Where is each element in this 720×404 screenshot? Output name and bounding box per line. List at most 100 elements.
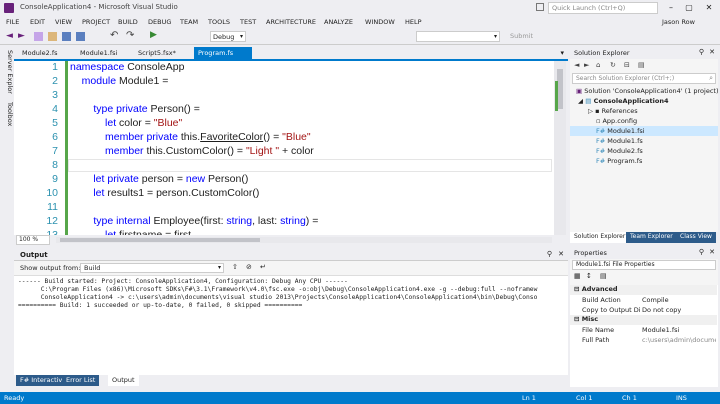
- tab-list-chevron-icon[interactable]: ▾: [560, 49, 564, 57]
- configuration-dropdown[interactable]: Debug ▾: [210, 31, 246, 42]
- open-icon[interactable]: [48, 32, 57, 41]
- tree-item-module2-fs[interactable]: F# Module2.fs: [596, 147, 643, 155]
- horizontal-scrollbar[interactable]: [56, 237, 552, 243]
- close-button[interactable]: ✕: [702, 3, 716, 13]
- property-pages-icon[interactable]: ▤: [600, 272, 607, 280]
- menu-analyze[interactable]: ANALYZE: [324, 18, 353, 26]
- quick-launch-placeholder: Quick Launch (Ctrl+Q): [552, 4, 626, 12]
- menu-project[interactable]: PROJECT: [82, 18, 110, 26]
- menu-file[interactable]: FILE: [6, 18, 19, 26]
- minimize-button[interactable]: –: [664, 3, 678, 13]
- property-section-header[interactable]: ⊟ Misc: [570, 315, 717, 325]
- menu-build[interactable]: BUILD: [118, 18, 138, 26]
- code-editor[interactable]: 1 namespace ConsoleApp 2 module Module1 =…: [14, 61, 566, 235]
- platform-dropdown[interactable]: ▾: [416, 31, 500, 42]
- keyword: type internal: [93, 215, 151, 227]
- tab-label: Error List: [66, 376, 96, 384]
- doc-tab-module1-fsi[interactable]: Module1.fsi: [76, 47, 121, 60]
- tab-output[interactable]: Output: [108, 375, 139, 386]
- back-icon[interactable]: ◄: [6, 31, 13, 41]
- tree-item-module1-fsi[interactable]: F# Module1.fsi: [596, 127, 645, 135]
- find-message-icon[interactable]: ⇧: [232, 263, 238, 271]
- new-project-icon[interactable]: [34, 32, 43, 41]
- tree-item-app-config[interactable]: ▫ App.config: [596, 117, 637, 125]
- properties-icon[interactable]: ▤: [638, 61, 645, 69]
- zoom-dropdown[interactable]: 100 %: [16, 235, 50, 245]
- tree-item-label: Module1.fsi: [607, 127, 645, 135]
- menu-tools[interactable]: TOOLS: [208, 18, 230, 26]
- solution-search-input[interactable]: Search Solution Explorer (Ctrl+;) ⌕: [572, 73, 716, 84]
- property-value: Module1.fsi: [642, 326, 680, 334]
- window-title: ConsoleApplication4 - Microsoft Visual S…: [20, 3, 178, 11]
- output-toolbar: Show output from: Build ▾ ⇧ ⊘ ↵: [14, 262, 568, 274]
- toolbox-tab[interactable]: Toolbox: [0, 94, 14, 134]
- tree-item-references[interactable]: ▷ ▪ References: [588, 107, 638, 115]
- output-title-bar: Output ⚲ ✕: [14, 249, 568, 261]
- tree-item-solution[interactable]: ▣ Solution 'ConsoleApplication4' (1 proj…: [576, 87, 719, 95]
- close-icon[interactable]: ✕: [558, 250, 564, 258]
- pin-icon[interactable]: ⚲: [547, 250, 552, 258]
- property-row[interactable]: File Name Module1.fsi: [570, 325, 717, 335]
- submit-button[interactable]: Submit: [510, 32, 533, 40]
- tab-solution-explorer[interactable]: Solution Explorer: [570, 232, 630, 243]
- notification-icon[interactable]: [536, 3, 544, 11]
- property-row[interactable]: Full Path c:\users\admin\docume: [570, 335, 717, 345]
- menu-architecture[interactable]: ARCHITECTURE: [266, 18, 316, 26]
- output-title: Output: [20, 251, 48, 259]
- tab-error-list[interactable]: Error List: [62, 375, 100, 386]
- menu-help[interactable]: HELP: [405, 18, 422, 26]
- code-line: 9 let private person = new Person(): [14, 173, 554, 187]
- quick-launch-input[interactable]: Quick Launch (Ctrl+Q): [548, 2, 658, 14]
- categorized-icon[interactable]: ▦: [574, 272, 581, 280]
- refresh-icon[interactable]: ↻: [610, 61, 616, 69]
- tree-item-program-fs[interactable]: F# Program.fs: [596, 157, 642, 165]
- tab-team-explorer[interactable]: Team Explorer: [626, 232, 677, 243]
- code-line: 6 member private this.FavoriteColor() = …: [14, 131, 554, 145]
- menu-window[interactable]: WINDOW: [365, 18, 395, 26]
- menu-view[interactable]: VIEW: [55, 18, 72, 26]
- scrollbar-thumb[interactable]: [60, 238, 260, 242]
- properties-object-dropdown[interactable]: Module1.fsi File Properties: [572, 260, 716, 270]
- property-row[interactable]: Copy to Output DirectoryDo not copy: [570, 305, 717, 315]
- output-text-area[interactable]: ------ Build started: Project: ConsoleAp…: [14, 275, 568, 375]
- user-name[interactable]: Jason Row: [662, 18, 695, 26]
- menu-edit[interactable]: EDIT: [30, 18, 45, 26]
- collapse-icon: ⊟: [574, 315, 582, 323]
- code-line: 5 let color = "Blue": [14, 117, 554, 131]
- save-all-icon[interactable]: [76, 32, 85, 41]
- pin-icon[interactable]: ⚲: [699, 48, 704, 56]
- home-icon[interactable]: ⌂: [596, 61, 600, 69]
- pin-icon[interactable]: ⚲: [699, 248, 704, 256]
- back-icon[interactable]: ◄: [574, 61, 579, 69]
- start-icon[interactable]: ▶: [150, 30, 157, 40]
- collapse-all-icon[interactable]: ⊟: [624, 61, 630, 69]
- code-line: 4 type private Person() =: [14, 103, 554, 117]
- close-icon[interactable]: ✕: [709, 248, 715, 256]
- zoom-value: 100 %: [19, 236, 39, 243]
- doc-tab-program[interactable]: Program.fs: [194, 47, 252, 60]
- clear-all-icon[interactable]: ⊘: [246, 263, 252, 271]
- property-section-header[interactable]: ⊟ Advanced: [570, 285, 717, 295]
- output-line: C:\Program Files (x86)\Microsoft SDKs\F#…: [18, 286, 538, 293]
- vertical-scrollbar[interactable]: [554, 61, 566, 235]
- tree-item-project[interactable]: ◢ ▤ ConsoleApplication4: [578, 97, 669, 105]
- forward-icon[interactable]: ►: [584, 61, 589, 69]
- menu-test[interactable]: TEST: [240, 18, 256, 26]
- output-source-dropdown[interactable]: Build ▾: [80, 263, 224, 273]
- doc-tab-script5[interactable]: Script5.fsx*: [134, 47, 192, 60]
- undo-icon[interactable]: ↶: [110, 30, 118, 41]
- alphabetical-icon[interactable]: ↕: [586, 272, 592, 280]
- doc-tab-module2[interactable]: Module2.fs: [18, 47, 62, 60]
- word-wrap-icon[interactable]: ↵: [260, 263, 266, 271]
- maximize-button[interactable]: ▢: [682, 3, 696, 13]
- forward-icon[interactable]: ►: [18, 31, 25, 41]
- menu-debug[interactable]: DEBUG: [148, 18, 171, 26]
- line-number: 9: [52, 173, 58, 185]
- property-row[interactable]: Build Action Compile: [570, 295, 717, 305]
- close-icon[interactable]: ✕: [709, 48, 715, 56]
- redo-icon[interactable]: ↷: [126, 30, 134, 41]
- tab-class-view[interactable]: Class View: [676, 232, 716, 243]
- menu-team[interactable]: TEAM: [180, 18, 198, 26]
- save-icon[interactable]: [62, 32, 71, 41]
- tree-item-module1-fs[interactable]: F# Module1.fs: [596, 137, 643, 145]
